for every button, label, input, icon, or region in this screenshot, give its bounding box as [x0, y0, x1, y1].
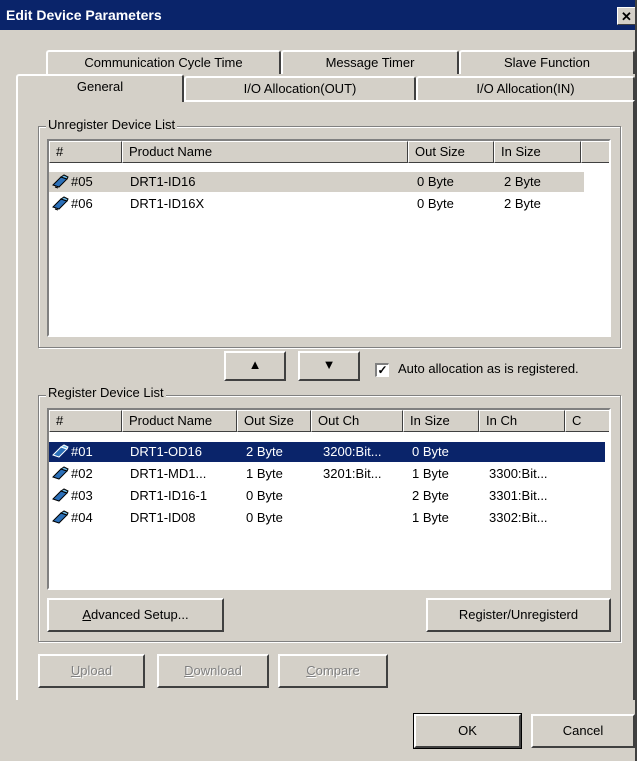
out-size: 0 Byte: [417, 174, 454, 189]
column-header-number[interactable]: #: [49, 410, 122, 432]
mnemonic: C: [306, 663, 316, 678]
tab-slave-function[interactable]: Slave Function: [459, 50, 635, 74]
product-name: DRT1-ID16-1: [130, 488, 208, 503]
device-icon: [52, 488, 69, 502]
table-row[interactable]: #02 DRT1-MD1... 1 Byte 3201:Bit... 1 Byt…: [49, 464, 605, 484]
close-icon[interactable]: ✕: [617, 7, 635, 25]
in-size: 2 Byte: [504, 196, 541, 211]
device-icon: [52, 466, 69, 480]
register-up-button[interactable]: ▲: [224, 351, 286, 381]
device-number: #05: [71, 174, 93, 189]
table-row[interactable]: #03 DRT1-ID16-1 0 Byte 2 Byte 3301:Bit..…: [49, 486, 605, 506]
in-size: 1 Byte: [412, 466, 449, 481]
download-button[interactable]: Download: [157, 654, 269, 688]
button-label: Register/Unregisterd: [458, 607, 579, 622]
device-number: #06: [71, 196, 93, 211]
tab-label: I/O Allocation(IN): [476, 81, 575, 96]
in-ch: 3301:Bit...: [489, 488, 548, 503]
tab-label: Communication Cycle Time: [84, 55, 243, 70]
register-device-list[interactable]: # Product Name Out Size Out Ch In Size I…: [47, 408, 611, 590]
column-header-in-ch[interactable]: In Ch: [479, 410, 565, 432]
device-number: #03: [71, 488, 93, 503]
mnemonic: U: [70, 663, 81, 678]
column-header-out-size[interactable]: Out Size: [408, 141, 494, 163]
tab-label: Slave Function: [504, 55, 590, 70]
out-size: 2 Byte: [246, 444, 283, 459]
register-device-list-label: Register Device List: [46, 385, 166, 400]
column-header-in-size[interactable]: In Size: [494, 141, 581, 163]
list-item[interactable]: #05 DRT1-ID16 0 Byte 2 Byte: [49, 172, 584, 192]
column-header-c[interactable]: C: [565, 410, 609, 432]
product-name: DRT1-ID16X: [130, 196, 205, 211]
product-name: DRT1-MD1...: [130, 466, 207, 481]
button-label: pload: [80, 663, 113, 678]
column-header-out-size[interactable]: Out Size: [237, 410, 311, 432]
device-icon: [52, 174, 69, 189]
advanced-setup-button[interactable]: Advanced Setup...: [47, 598, 224, 632]
in-size: 2 Byte: [504, 174, 541, 189]
out-ch: 3201:Bit...: [323, 466, 382, 481]
cancel-button[interactable]: Cancel: [531, 714, 635, 748]
unregister-device-list[interactable]: # Product Name Out Size In Size #05 DRT1…: [47, 139, 611, 337]
triangle-down-icon: ▼: [322, 357, 336, 372]
in-size: 1 Byte: [412, 510, 449, 525]
upload-button[interactable]: Upload: [38, 654, 145, 688]
title-bar: Edit Device Parameters ✕: [0, 0, 635, 30]
register-unregister-button[interactable]: Register/Unregisterd: [426, 598, 611, 632]
unregister-device-list-label: Unregister Device List: [46, 117, 178, 132]
device-icon: [52, 510, 69, 524]
tab-io-allocation-in[interactable]: I/O Allocation(IN): [416, 76, 635, 100]
out-size: 0 Byte: [246, 510, 283, 525]
product-name: DRT1-OD16: [130, 444, 203, 459]
out-ch: 3200:Bit...: [323, 444, 382, 459]
table-row[interactable]: #01 DRT1-OD16 2 Byte 3200:Bit... 0 Byte: [49, 442, 605, 462]
mnemonic: A: [82, 607, 92, 622]
device-number: #01: [71, 444, 93, 459]
column-header-number[interactable]: #: [49, 141, 122, 163]
out-size: 0 Byte: [417, 196, 454, 211]
tab-label: General: [76, 79, 124, 94]
column-header-empty: [581, 141, 609, 163]
table-row[interactable]: #04 DRT1-ID08 0 Byte 1 Byte 3302:Bit...: [49, 508, 605, 528]
tab-label: Message Timer: [325, 55, 415, 70]
button-label: dvanced Setup...: [91, 607, 189, 622]
out-size: 1 Byte: [246, 466, 283, 481]
tab-io-allocation-out[interactable]: I/O Allocation(OUT): [184, 76, 416, 100]
window-title: Edit Device Parameters: [6, 7, 162, 23]
out-size: 0 Byte: [246, 488, 283, 503]
tab-general[interactable]: General: [16, 74, 184, 102]
product-name: DRT1-ID16: [130, 174, 196, 189]
tab-communication-cycle-time[interactable]: Communication Cycle Time: [46, 50, 281, 74]
product-name: DRT1-ID08: [130, 510, 196, 525]
button-label: ompare: [315, 663, 360, 678]
triangle-up-icon: ▲: [248, 357, 262, 372]
column-header-out-ch[interactable]: Out Ch: [311, 410, 403, 432]
tab-label: I/O Allocation(OUT): [243, 81, 357, 96]
column-header-in-size[interactable]: In Size: [403, 410, 479, 432]
button-label: Cancel: [562, 723, 604, 738]
device-number: #04: [71, 510, 93, 525]
column-header-product-name[interactable]: Product Name: [122, 141, 408, 163]
in-size: 0 Byte: [412, 444, 449, 459]
compare-button[interactable]: Compare: [278, 654, 388, 688]
device-icon: [52, 444, 69, 458]
auto-allocation-checkbox[interactable]: ✓: [375, 363, 389, 377]
tab-message-timer[interactable]: Message Timer: [281, 50, 459, 74]
device-icon: [52, 196, 69, 211]
ok-button[interactable]: OK: [413, 713, 522, 749]
in-ch: 3300:Bit...: [489, 466, 548, 481]
list-item[interactable]: #06 DRT1-ID16X 0 Byte 2 Byte: [49, 194, 584, 214]
edit-device-parameters-dialog: Edit Device Parameters ✕ Communication C…: [0, 0, 637, 761]
device-number: #02: [71, 466, 93, 481]
button-label: ownload: [193, 663, 242, 678]
in-size: 2 Byte: [412, 488, 449, 503]
unregister-down-button[interactable]: ▼: [298, 351, 360, 381]
in-ch: 3302:Bit...: [489, 510, 548, 525]
column-header-product-name[interactable]: Product Name: [122, 410, 237, 432]
button-label: OK: [458, 723, 477, 738]
auto-allocation-label: Auto allocation as is registered.: [398, 361, 579, 376]
